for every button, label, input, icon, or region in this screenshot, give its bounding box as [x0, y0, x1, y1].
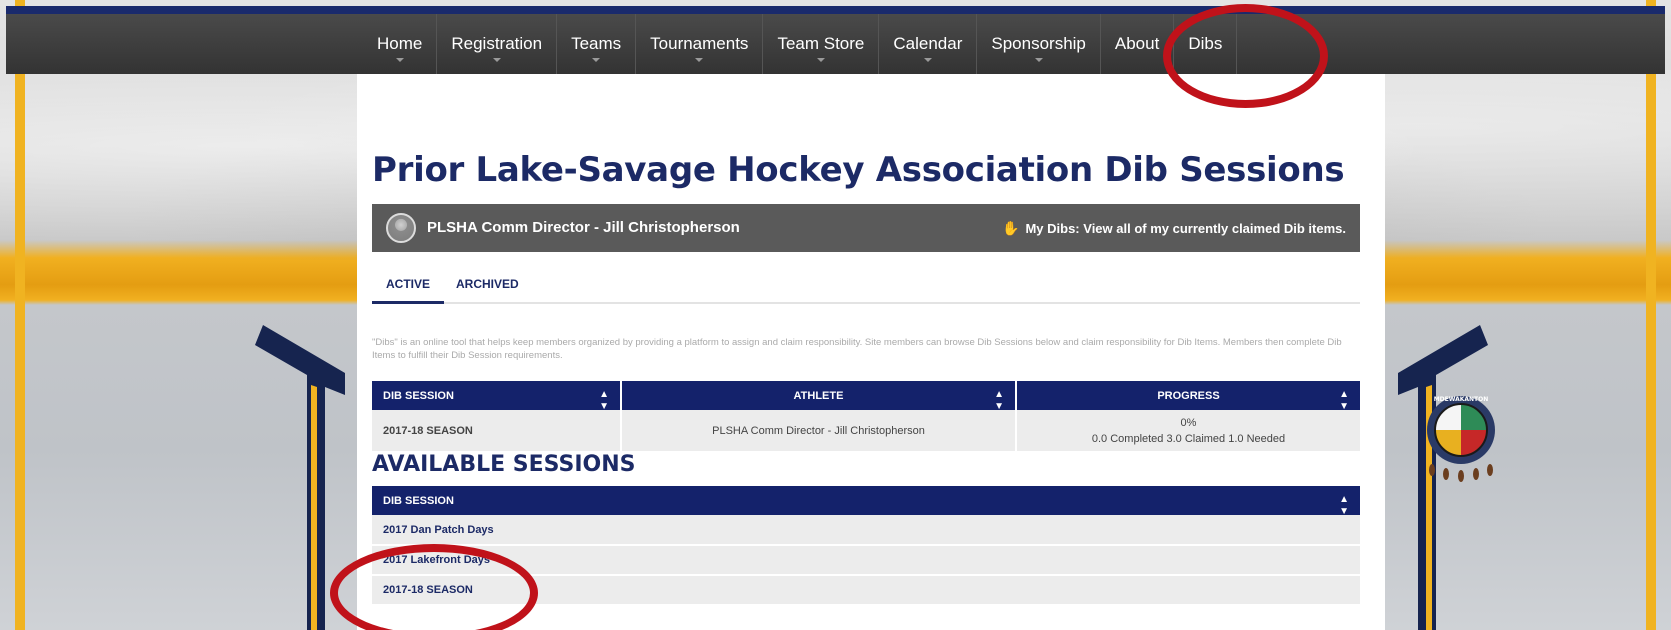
column-header-dib-session[interactable]: DIB SESSION ▲ ▼ — [372, 381, 622, 412]
chevron-down-icon — [923, 58, 932, 62]
my-dibs-label: My Dibs: View all of my currently claime… — [1025, 221, 1346, 236]
dibs-description: "Dibs" is an online tool that helps keep… — [372, 337, 1342, 361]
page-title: Prior Lake-Savage Hockey Association Dib… — [372, 150, 1345, 190]
sort-icon: ▲ ▼ — [994, 389, 1004, 412]
nav-registration[interactable]: Registration — [437, 14, 558, 74]
nav-items: Home Registration Teams Tournaments Team… — [363, 14, 1238, 74]
session-name-link[interactable]: 2017-18 SEASON — [372, 410, 622, 453]
nav-calendar[interactable]: Calendar — [879, 14, 978, 74]
logo-text: MDEWAKANTON — [1434, 396, 1489, 403]
chevron-down-icon — [1034, 58, 1043, 62]
nav-home-label: Home — [377, 34, 423, 53]
nav-calendar-label: Calendar — [893, 34, 963, 53]
sort-icon: ▲ ▼ — [1339, 494, 1349, 517]
nav-teams[interactable]: Teams — [557, 14, 637, 74]
nav-tournaments-label: Tournaments — [650, 34, 749, 53]
sort-icon: ▲ ▼ — [599, 389, 609, 412]
column-header-label: DIB SESSION — [383, 494, 454, 507]
available-sessions-title: AVAILABLE SESSIONS — [372, 452, 636, 477]
table-header-row: DIB SESSION ▲ ▼ ATHLETE ▲ ▼ PROGRESS ▲ ▼ — [372, 381, 1360, 412]
nav-tournaments[interactable]: Tournaments — [636, 14, 764, 74]
hand-icon: ✋ — [1002, 220, 1020, 236]
user-bar: PLSHA Comm Director - Jill Christopherso… — [372, 204, 1360, 252]
column-header-label: PROGRESS — [1157, 389, 1220, 402]
content-panel: Prior Lake-Savage Hockey Association Dib… — [357, 74, 1385, 630]
column-header-label: ATHLETE — [793, 389, 844, 402]
progress-detail: 0.0 Completed 3.0 Claimed 1.0 Needed — [1091, 432, 1286, 445]
nav-registration-label: Registration — [451, 34, 543, 53]
chevron-down-icon — [395, 58, 404, 62]
annotation-circle-dibs-nav — [1163, 4, 1328, 108]
user-name: PLSHA Comm Director - Jill Christopherso… — [427, 219, 740, 236]
nav-teams-label: Teams — [571, 34, 622, 53]
column-header-label: DIB SESSION — [383, 389, 454, 402]
left-gold-stripe — [15, 0, 25, 630]
nav-sponsorship[interactable]: Sponsorship — [977, 14, 1101, 74]
main-navigation: Home Registration Teams Tournaments Team… — [6, 14, 1665, 74]
athlete-name: PLSHA Comm Director - Jill Christopherso… — [621, 410, 1017, 453]
tab-active[interactable]: ACTIVE — [372, 264, 445, 304]
chevron-down-icon — [695, 58, 704, 62]
nav-home[interactable]: Home — [363, 14, 438, 74]
session-tabs: ACTIVE ARCHIVED — [372, 264, 1360, 304]
progress-cell: 0% 0.0 Completed 3.0 Claimed 1.0 Needed — [1016, 410, 1360, 453]
table-header-row: DIB SESSION ▲ ▼ — [372, 486, 1360, 517]
avatar — [386, 213, 416, 243]
column-header-progress[interactable]: PROGRESS ▲ ▼ — [1016, 381, 1360, 412]
progress-percent: 0% — [1180, 416, 1197, 429]
session-link-dan-patch-days[interactable]: 2017 Dan Patch Days — [372, 515, 1360, 546]
nav-sponsorship-label: Sponsorship — [991, 34, 1086, 53]
my-sessions-table: DIB SESSION ▲ ▼ ATHLETE ▲ ▼ PROGRESS ▲ ▼ 2017-… — [372, 381, 1360, 453]
column-header-dib-session[interactable]: DIB SESSION ▲ ▼ — [372, 486, 1360, 517]
nav-team-store[interactable]: Team Store — [763, 14, 880, 74]
chevron-down-icon — [592, 58, 601, 62]
table-row[interactable]: 2017-18 SEASON PLSHA Comm Director - Jil… — [372, 410, 1360, 453]
chevron-down-icon — [816, 58, 825, 62]
right-gold-stripe — [1646, 0, 1656, 630]
sort-icon: ▲ ▼ — [1339, 389, 1349, 412]
my-dibs-link[interactable]: ✋ My Dibs: View all of my currently claim… — [1002, 204, 1346, 253]
chevron-down-icon — [492, 58, 501, 62]
column-header-athlete[interactable]: ATHLETE ▲ ▼ — [621, 381, 1017, 412]
table-row[interactable]: 2017 Dan Patch Days — [372, 515, 1360, 546]
nav-team-store-label: Team Store — [777, 34, 865, 53]
nav-about-label: About — [1114, 34, 1160, 53]
tab-archived[interactable]: ARCHIVED — [442, 264, 533, 304]
mdewakanton-logo: MDEWAKANTON — [1427, 396, 1495, 482]
